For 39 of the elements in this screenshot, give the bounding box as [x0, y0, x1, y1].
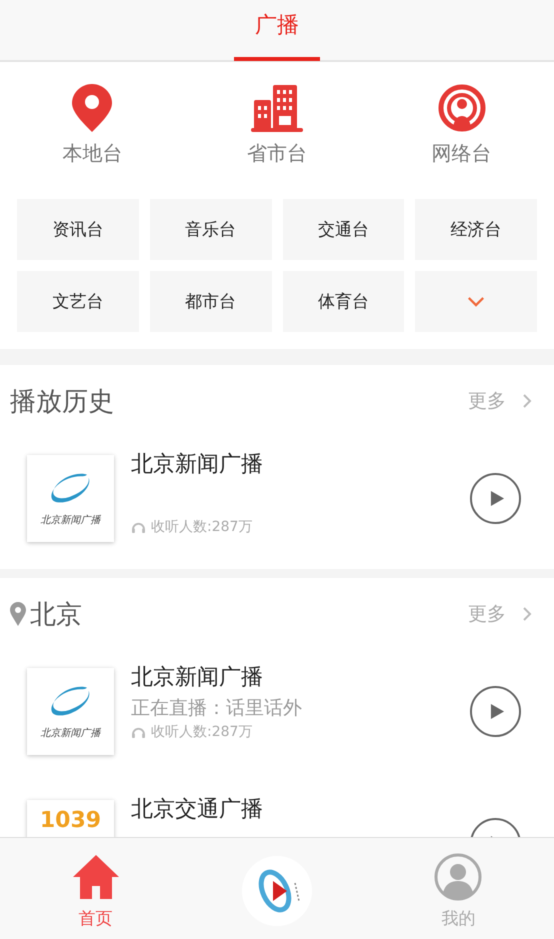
genre-button[interactable]: 体育台 — [282, 271, 404, 332]
chevron-down-icon — [467, 296, 486, 307]
chevron-right-icon — [522, 393, 532, 409]
headphones-icon — [131, 726, 146, 738]
category-link[interactable]: 本地台 — [62, 140, 122, 167]
station-name: 北京新闻广播 — [131, 664, 264, 692]
play-icon — [490, 490, 505, 507]
home-icon — [72, 853, 120, 901]
user-icon — [434, 853, 482, 901]
more-link[interactable]: 更多 — [468, 601, 532, 627]
genre-button[interactable]: 资讯台 — [17, 199, 139, 260]
category-link[interactable]: 网络台 — [432, 140, 492, 167]
nav-tab[interactable]: 首页 — [50, 847, 141, 930]
more-link[interactable]: 更多 — [468, 388, 532, 414]
section-title: 北京 — [30, 598, 82, 632]
broadcast-icon — [436, 84, 488, 132]
building-icon — [251, 84, 303, 132]
logo-text: 北京新闻广播 — [40, 514, 100, 526]
station-name: 北京新闻广播 — [131, 451, 264, 479]
logo-text: 1039 — [40, 808, 102, 833]
category-link[interactable]: 省市台 — [247, 140, 307, 167]
genre-button[interactable]: 都市台 — [150, 271, 272, 332]
now-playing: 正在直播：话里话外 — [131, 696, 303, 721]
headphones-icon — [131, 522, 146, 532]
play-button[interactable] — [470, 473, 521, 524]
listener-count: 收听人数:287万 — [151, 723, 252, 741]
section-title: 播放历史 — [10, 386, 114, 418]
genre-button[interactable]: 音乐台 — [150, 199, 272, 260]
station-name: 北京交通广播 — [131, 796, 264, 824]
play-icon — [490, 703, 505, 720]
tab[interactable]: 广播 — [234, 0, 320, 61]
listener-count: 收听人数:287万 — [151, 518, 252, 536]
genre-button[interactable]: 文艺台 — [17, 271, 139, 332]
genre-button[interactable]: 经济台 — [415, 199, 537, 260]
logo-text: 北京新闻广播 — [40, 726, 100, 740]
genre-button[interactable]: 交通台 — [282, 199, 404, 260]
chevron-right-icon — [522, 606, 532, 622]
play-button[interactable] — [470, 686, 521, 737]
location-pin-icon — [10, 602, 26, 626]
